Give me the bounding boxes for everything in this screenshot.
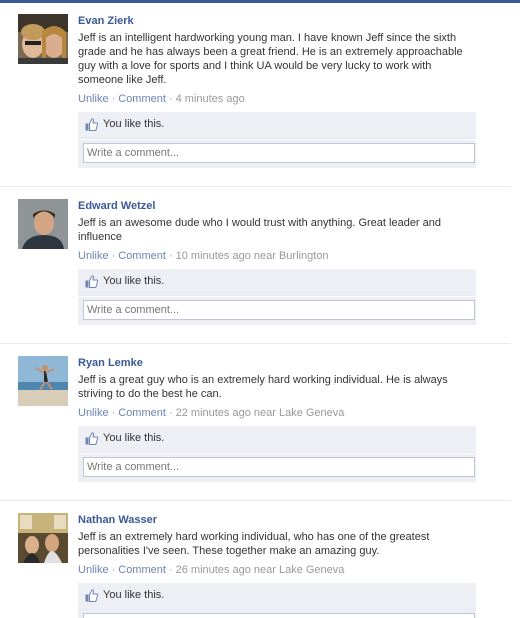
post-timestamp: 26 minutes ago near Lake Geneva — [175, 564, 345, 576]
separator-dot: · — [168, 93, 173, 105]
top-bar — [0, 0, 520, 3]
post-timestamp: 22 minutes ago near Lake Geneva — [175, 407, 345, 419]
post-author-name[interactable]: Evan Zierk — [78, 14, 134, 28]
unlike-link[interactable]: Unlike — [78, 407, 109, 419]
separator-dot: · — [111, 250, 116, 262]
separator-dot: · — [168, 564, 173, 576]
post-message: Jeff is an intelligent hardworking young… — [78, 32, 463, 86]
post-message: Jeff is an extremely hard working indivi… — [78, 531, 430, 557]
comment-input[interactable] — [83, 300, 475, 320]
separator-dot: · — [168, 250, 173, 262]
likes-text: You like this. — [103, 589, 165, 601]
separator-dot: · — [111, 564, 116, 576]
post-actions: Unlike · Comment · 10 minutes ago near Burli… — [78, 249, 329, 263]
likes-bar: You like this. — [78, 269, 476, 296]
post-divider — [0, 343, 511, 344]
post-author-name[interactable]: Edward Wetzel — [78, 199, 155, 213]
thumbs-up-icon — [85, 118, 98, 131]
post-actions: Unlike · Comment · 26 minutes ago near Lake … — [78, 563, 344, 577]
comment-area — [78, 610, 476, 618]
comment-input[interactable] — [83, 143, 475, 163]
post-divider — [0, 186, 511, 187]
post-actions: Unlike · Comment · 4 minutes ago — [78, 92, 245, 106]
likes-text: You like this. — [103, 432, 165, 444]
unlike-link[interactable]: Unlike — [78, 250, 109, 262]
comment-input[interactable] — [83, 613, 475, 618]
post-divider — [0, 500, 511, 501]
likes-bar: You like this. — [78, 112, 476, 139]
comment-input[interactable] — [83, 457, 475, 477]
post-message: Jeff is an awesome dude who I would trus… — [78, 217, 442, 243]
unlike-link[interactable]: Unlike — [78, 93, 109, 105]
post-message: Jeff is a great guy who is an extremely … — [78, 374, 448, 400]
likes-text: You like this. — [103, 275, 165, 287]
separator-dot: · — [111, 407, 116, 419]
comment-area — [78, 297, 476, 325]
post-author-name[interactable]: Nathan Wasser — [78, 513, 157, 527]
unlike-link[interactable]: Unlike — [78, 564, 109, 576]
comment-link[interactable]: Comment — [118, 564, 166, 576]
thumbs-up-icon — [85, 432, 98, 445]
avatar[interactable] — [18, 356, 68, 406]
comment-link[interactable]: Comment — [118, 407, 166, 419]
avatar[interactable] — [18, 14, 68, 64]
avatar[interactable] — [18, 513, 68, 563]
comment-area — [78, 454, 476, 482]
thumbs-up-icon — [85, 275, 98, 288]
post-actions: Unlike · Comment · 22 minutes ago near Lake … — [78, 406, 344, 420]
post-timestamp: 10 minutes ago near Burlington — [175, 250, 329, 262]
likes-bar: You like this. — [78, 426, 476, 453]
likes-bar: You like this. — [78, 583, 476, 610]
likes-text: You like this. — [103, 118, 165, 130]
separator-dot: · — [168, 407, 173, 419]
post-timestamp: 4 minutes ago — [175, 93, 245, 105]
separator-dot: · — [111, 93, 116, 105]
comment-area — [78, 140, 476, 168]
comment-link[interactable]: Comment — [118, 250, 166, 262]
avatar[interactable] — [18, 199, 68, 249]
post-author-name[interactable]: Ryan Lemke — [78, 356, 143, 370]
comment-link[interactable]: Comment — [118, 93, 166, 105]
thumbs-up-icon — [85, 589, 98, 602]
